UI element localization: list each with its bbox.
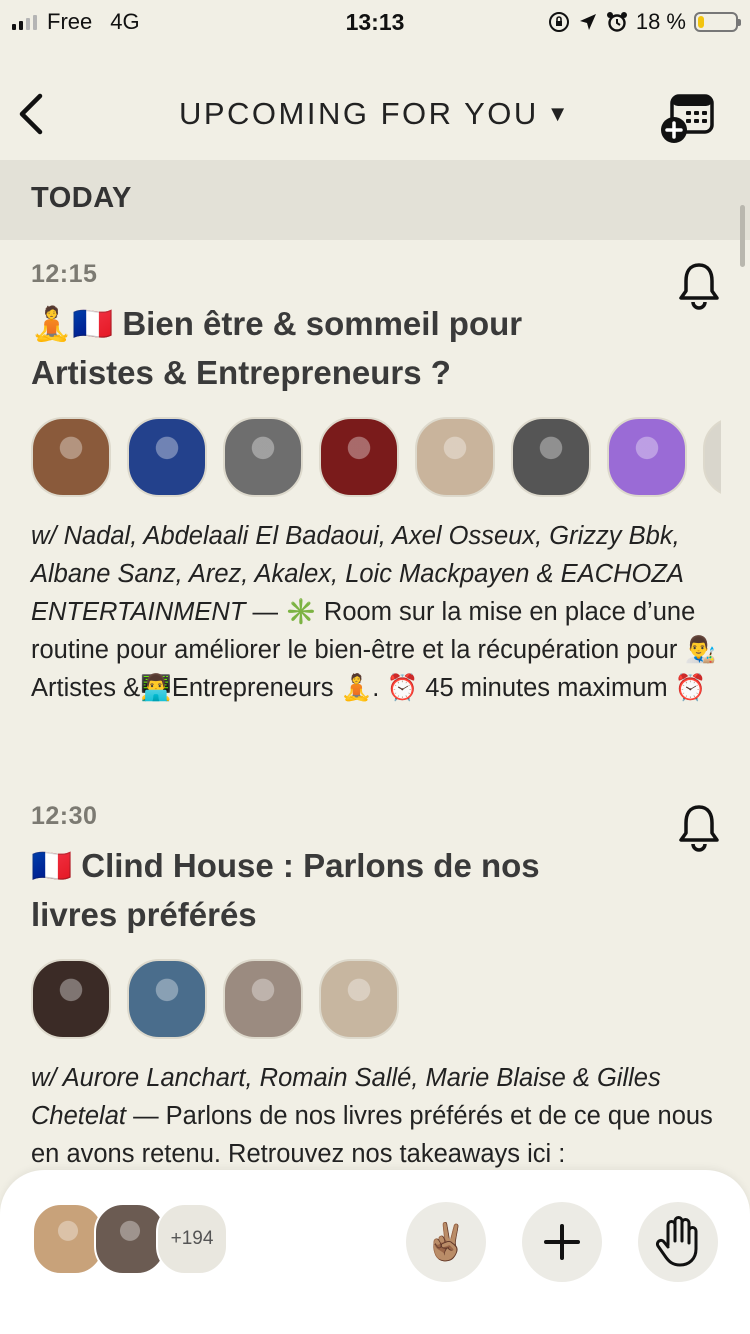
event-title: 🧘🇫🇷 Bien être & sommeil pour Artistes & …	[31, 305, 523, 391]
avatar[interactable]	[127, 417, 207, 497]
avatar[interactable]	[511, 417, 591, 497]
avatar[interactable]	[223, 417, 303, 497]
avatar[interactable]	[31, 959, 111, 1039]
event-description: w/ Nadal, Abdelaali El Badaoui, Axel Oss…	[31, 517, 721, 707]
scrollbar[interactable]	[740, 205, 745, 267]
alarm-icon	[606, 12, 627, 32]
raise-hand-button[interactable]	[638, 1202, 718, 1282]
bell-icon[interactable]	[677, 802, 721, 852]
add-button[interactable]	[522, 1202, 602, 1282]
avatar[interactable]	[415, 417, 495, 497]
status-bar: Free 4G 13:13 18 %	[0, 0, 750, 44]
dropdown-caret-icon: ▼	[546, 101, 572, 126]
battery-percent: 18 %	[635, 9, 686, 34]
active-room-bar[interactable]: +194 ✌🏽	[0, 1170, 750, 1334]
participant-avatars[interactable]	[31, 959, 721, 1039]
room-avatars[interactable]: +194	[32, 1203, 232, 1275]
avatar[interactable]	[127, 959, 207, 1039]
avatar[interactable]	[607, 417, 687, 497]
plus-icon	[544, 1224, 580, 1260]
avatar[interactable]	[703, 417, 721, 497]
raise-hand-icon	[655, 1216, 698, 1267]
battery-icon	[694, 12, 741, 32]
event-time: 12:30	[31, 802, 98, 830]
page-title-dropdown[interactable]: UPCOMING FOR YOU ▼	[0, 96, 750, 132]
bell-icon[interactable]	[677, 260, 721, 310]
status-right: 18 %	[548, 9, 741, 35]
participant-avatars[interactable]	[31, 417, 721, 497]
avatar[interactable]	[223, 959, 303, 1039]
event-card[interactable]: 12:30 🇫🇷 Clind House : Parlons de nos li…	[31, 802, 721, 1173]
location-arrow-icon	[579, 14, 596, 30]
page-title: UPCOMING FOR YOU	[178, 96, 539, 131]
peace-emoji: ✌🏽	[423, 1221, 469, 1262]
more-count-badge: +194	[156, 1203, 228, 1275]
orientation-lock-icon	[548, 12, 569, 32]
avatar[interactable]	[31, 417, 111, 497]
section-header: TODAY	[0, 160, 750, 240]
section-label: TODAY	[31, 182, 132, 214]
event-summary: — Parlons de nos livres préférés et de c…	[31, 1102, 713, 1168]
calendar-add-icon[interactable]	[660, 90, 716, 146]
event-time: 12:15	[31, 260, 98, 288]
event-title: 🇫🇷 Clind House : Parlons de nos livres p…	[31, 847, 540, 933]
event-card[interactable]: 12:15 🧘🇫🇷 Bien être & sommeil pour Artis…	[31, 260, 721, 707]
peace-button[interactable]: ✌🏽	[406, 1202, 486, 1282]
event-description: w/ Aurore Lanchart, Romain Sallé, Marie …	[31, 1059, 721, 1173]
avatar[interactable]	[319, 959, 399, 1039]
header: UPCOMING FOR YOU ▼	[0, 44, 750, 160]
avatar[interactable]	[319, 417, 399, 497]
